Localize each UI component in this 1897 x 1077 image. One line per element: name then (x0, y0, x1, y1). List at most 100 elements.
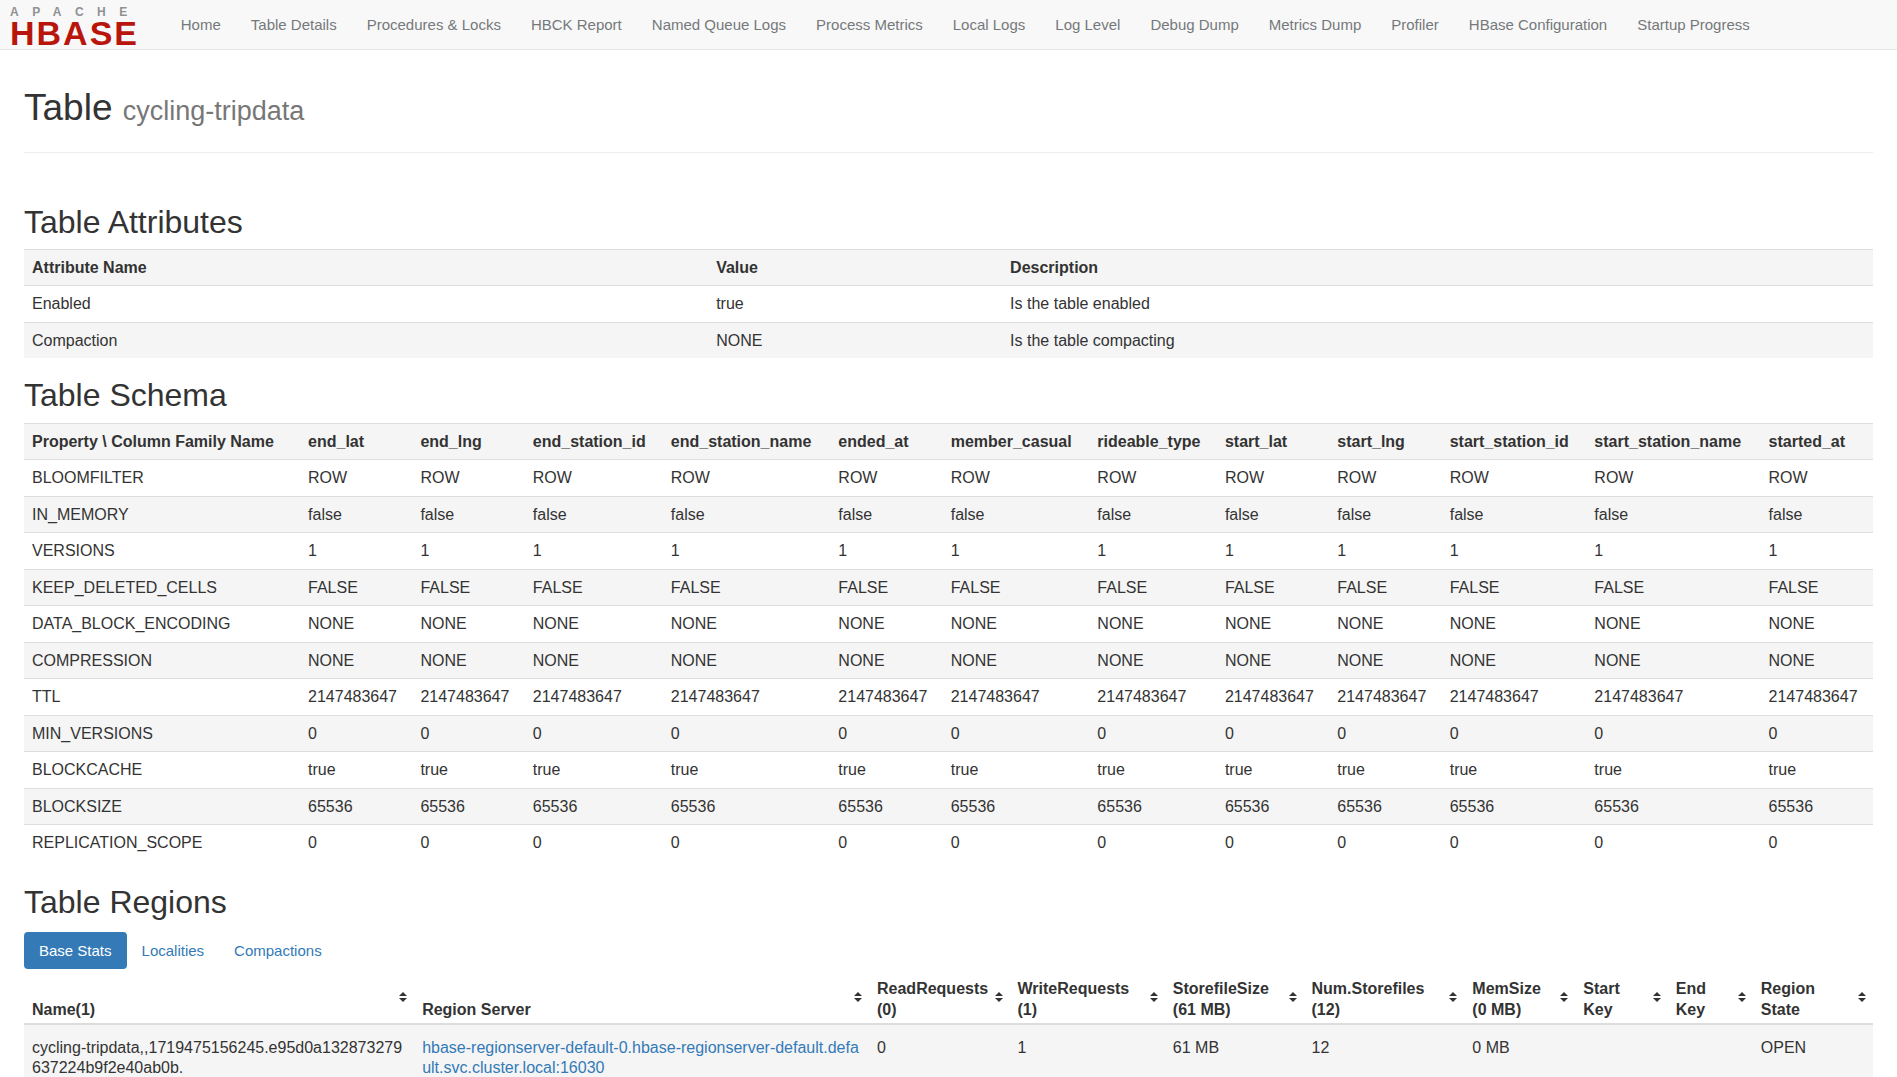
schema-cell: false (1217, 496, 1329, 533)
nav-item-hbase-configuration[interactable]: HBase Configuration (1454, 2, 1622, 47)
regions-column-label: Region State (1761, 980, 1815, 1018)
regions-column-num-storefiles-12[interactable]: Num.Storefiles (12) (1304, 971, 1465, 1024)
schema-cell: NONE (1329, 606, 1441, 643)
schema-cell: 1 (830, 533, 942, 570)
schema-cell: ROW (830, 460, 942, 497)
sort-icon[interactable] (399, 992, 407, 1002)
schema-cell: NONE (1089, 642, 1217, 679)
sort-icon[interactable] (1449, 992, 1457, 1002)
regions-table: Name(1)Region ServerReadRequests (0) Writ… (24, 971, 1873, 1077)
nav-item-metrics-dump[interactable]: Metrics Dump (1254, 2, 1377, 47)
regions-column-region-state[interactable]: Region State (1753, 971, 1873, 1024)
schema-cell: 0 (1217, 715, 1329, 752)
schema-cell: NONE (1442, 642, 1587, 679)
nav-item-table-details[interactable]: Table Details (236, 2, 352, 47)
schema-cell: 0 (1217, 825, 1329, 861)
tab-base-stats[interactable]: Base Stats (24, 932, 127, 969)
schema-cell: 65536 (1586, 788, 1760, 825)
schema-cell: false (525, 496, 663, 533)
nav-item-process-metrics[interactable]: Process Metrics (801, 2, 938, 47)
schema-cell: FALSE (1217, 569, 1329, 606)
schema-row-blockcache: BLOCKCACHEtruetruetruetruetruetruetruetr… (24, 752, 1873, 789)
sort-up-arrow (1289, 992, 1297, 996)
nav-item-startup-progress[interactable]: Startup Progress (1622, 2, 1765, 47)
schema-cell: 1 (1089, 533, 1217, 570)
schema-row-data-block-encoding: DATA_BLOCK_ENCODINGNONENONENONENONENONEN… (24, 606, 1873, 643)
sort-up-arrow (1560, 992, 1568, 996)
schema-property-name: TTL (24, 679, 300, 716)
sort-icon[interactable] (854, 992, 862, 1002)
sort-down-arrow (1449, 998, 1457, 1002)
schema-cell: true (1586, 752, 1760, 789)
sort-down-arrow (1858, 998, 1866, 1002)
schema-cell: false (1761, 496, 1873, 533)
regions-table-head: Name(1)Region ServerReadRequests (0) Writ… (24, 971, 1873, 1024)
regions-column-storefilesize-61-mb[interactable]: StorefileSize (61 MB) (1165, 971, 1304, 1024)
schema-table: Property \ Column Family Nameend_latend_… (24, 423, 1873, 861)
sort-icon[interactable] (1150, 992, 1158, 1002)
regions-column-region-server[interactable]: Region Server (414, 971, 869, 1024)
nav-item-local-logs[interactable]: Local Logs (938, 2, 1041, 47)
schema-cell: 0 (412, 715, 524, 752)
schema-family-ended-at: ended_at (830, 423, 942, 460)
tab-compactions[interactable]: Compactions (219, 932, 337, 969)
schema-row-in-memory: IN_MEMORYfalsefalsefalsefalsefalsefalsef… (24, 496, 1873, 533)
regions-column-label: MemSize (0 MB) (1472, 980, 1540, 1018)
schema-cell: ROW (300, 460, 412, 497)
schema-cell: true (300, 752, 412, 789)
regions-column-readrequests-0[interactable]: ReadRequests (0) (869, 971, 1010, 1024)
schema-cell: 0 (943, 715, 1090, 752)
sort-icon[interactable] (1738, 992, 1746, 1002)
regions-column-name-1[interactable]: Name(1) (24, 971, 414, 1024)
regions-column-end-key[interactable]: End Key (1668, 971, 1753, 1024)
nav-item-procedures-locks[interactable]: Procedures & Locks (352, 2, 516, 47)
schema-cell: FALSE (1761, 569, 1873, 606)
regions-table-body: cycling-tripdata,,1719475156245.e95d0a13… (24, 1024, 1873, 1077)
schema-cell: FALSE (1329, 569, 1441, 606)
schema-cell: false (300, 496, 412, 533)
page-title: Table cycling-tripdata (24, 88, 1873, 129)
schema-cell: NONE (830, 606, 942, 643)
sort-icon[interactable] (1653, 992, 1661, 1002)
schema-cell: NONE (300, 606, 412, 643)
regions-column-start-key[interactable]: Start Key (1575, 971, 1667, 1024)
schema-cell: NONE (1761, 606, 1873, 643)
schema-cell: 0 (412, 825, 524, 861)
region-server-link[interactable]: hbase-regionserver-default-0.hbase-regio… (422, 1039, 859, 1077)
schema-cell: NONE (663, 642, 831, 679)
schema-cell: ROW (1089, 460, 1217, 497)
schema-cell: 0 (1442, 715, 1587, 752)
regions-column-memsize-0-mb[interactable]: MemSize (0 MB) (1464, 971, 1575, 1024)
schema-cell: false (663, 496, 831, 533)
sort-icon[interactable] (1858, 992, 1866, 1002)
region-cell-server: hbase-regionserver-default-0.hbase-regio… (414, 1024, 869, 1077)
schema-cell: 1 (1217, 533, 1329, 570)
sort-icon[interactable] (995, 992, 1003, 1002)
regions-column-writerequests-1[interactable]: WriteRequests (1) (1010, 971, 1165, 1024)
schema-cell: 2147483647 (663, 679, 831, 716)
nav-item-debug-dump[interactable]: Debug Dump (1135, 2, 1253, 47)
nav-item-named-queue-logs[interactable]: Named Queue Logs (637, 2, 801, 47)
tab-localities[interactable]: Localities (127, 932, 220, 969)
schema-cell: NONE (1586, 606, 1760, 643)
hbase-logo[interactable]: APACHE HBASE (10, 6, 141, 48)
schema-cell: 2147483647 (1217, 679, 1329, 716)
schema-family-end-station-name: end_station_name (663, 423, 831, 460)
schema-cell: 2147483647 (1442, 679, 1587, 716)
main-content: Table cycling-tripdata Table Attributes … (0, 88, 1897, 1077)
sort-down-arrow (854, 998, 862, 1002)
nav-item-hbck-report[interactable]: HBCK Report (516, 2, 637, 47)
nav-item-log-level[interactable]: Log Level (1040, 2, 1135, 47)
regions-column-label: ReadRequests (0) (877, 980, 988, 1018)
schema-cell: 1 (525, 533, 663, 570)
schema-cell: 0 (1761, 825, 1873, 861)
schema-cell: false (1442, 496, 1587, 533)
sort-icon[interactable] (1560, 992, 1568, 1002)
schema-property-name: REPLICATION_SCOPE (24, 825, 300, 861)
regions-column-label: End Key (1676, 980, 1706, 1018)
schema-cell: NONE (1586, 642, 1760, 679)
nav-item-profiler[interactable]: Profiler (1376, 2, 1454, 47)
sort-icon[interactable] (1289, 992, 1297, 1002)
nav-item-home[interactable]: Home (166, 2, 236, 47)
schema-property-name: KEEP_DELETED_CELLS (24, 569, 300, 606)
